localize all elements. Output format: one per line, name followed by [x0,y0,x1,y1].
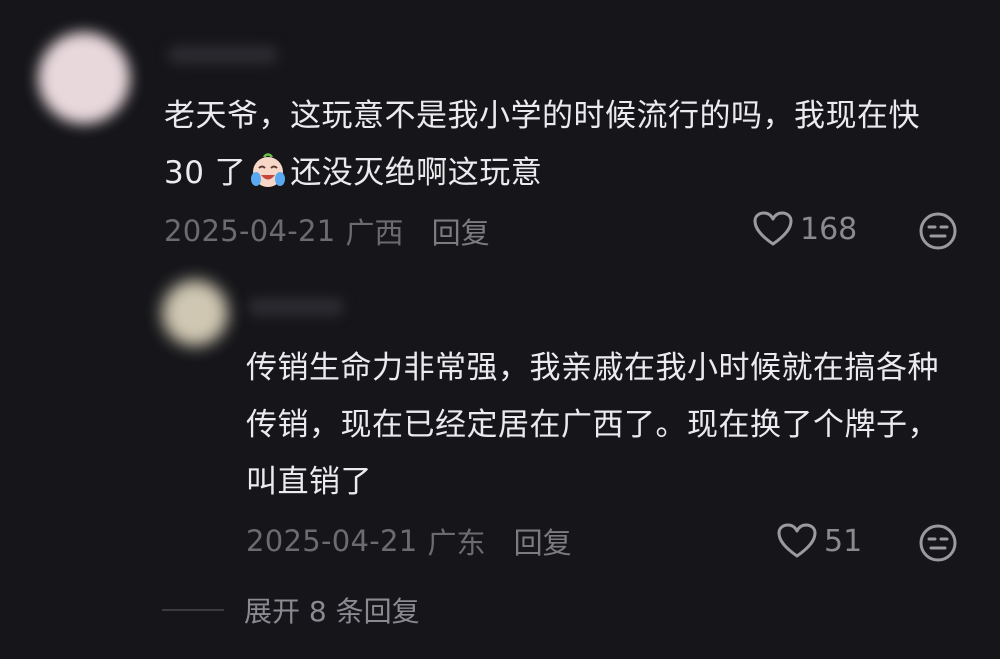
comment-date: 2025-04-21 [246,524,418,558]
crying-laughing-face-emoji-icon [251,153,286,187]
like-button[interactable]: 168 [752,210,857,248]
divider [162,609,224,611]
meh-face-icon [919,524,957,562]
expand-replies-button[interactable]: 展开 8 条回复 [162,590,420,630]
comment-meta: 2025-04-21 广西 回复 [164,210,490,252]
comment-date: 2025-04-21 [164,214,336,248]
like-button[interactable]: 51 [776,522,862,560]
dislike-button[interactable] [918,523,958,567]
username-blurred[interactable] [168,46,278,64]
heart-icon [777,523,817,558]
reply-comment-text: 传销生命力非常强，我亲戚在我小时候就在搞各种传销，现在已经定居在广西了。现在换了… [246,350,939,500]
reply-button[interactable]: 回复 [514,520,572,562]
dislike-button[interactable] [918,211,958,255]
reply-button[interactable]: 回复 [432,210,490,252]
avatar[interactable] [162,280,228,346]
comment-text: 老天爷，这玩意不是我小学的时候流行的吗，我现在快 30 了 还没灭绝啊这玩意 [164,88,964,202]
heart-icon [753,211,793,246]
like-count: 168 [800,211,858,247]
comment-location: 广西 [345,216,404,250]
like-count: 51 [824,523,863,559]
comment-text-part: 还没灭绝啊这玩意 [290,155,543,191]
meh-face-icon [919,212,957,250]
username-blurred[interactable] [248,298,344,316]
comment-location: 广东 [427,526,486,560]
avatar[interactable] [38,32,130,124]
comment-meta: 2025-04-21 广东 回复 [246,520,572,562]
expand-replies-label: 展开 8 条回复 [244,595,420,628]
